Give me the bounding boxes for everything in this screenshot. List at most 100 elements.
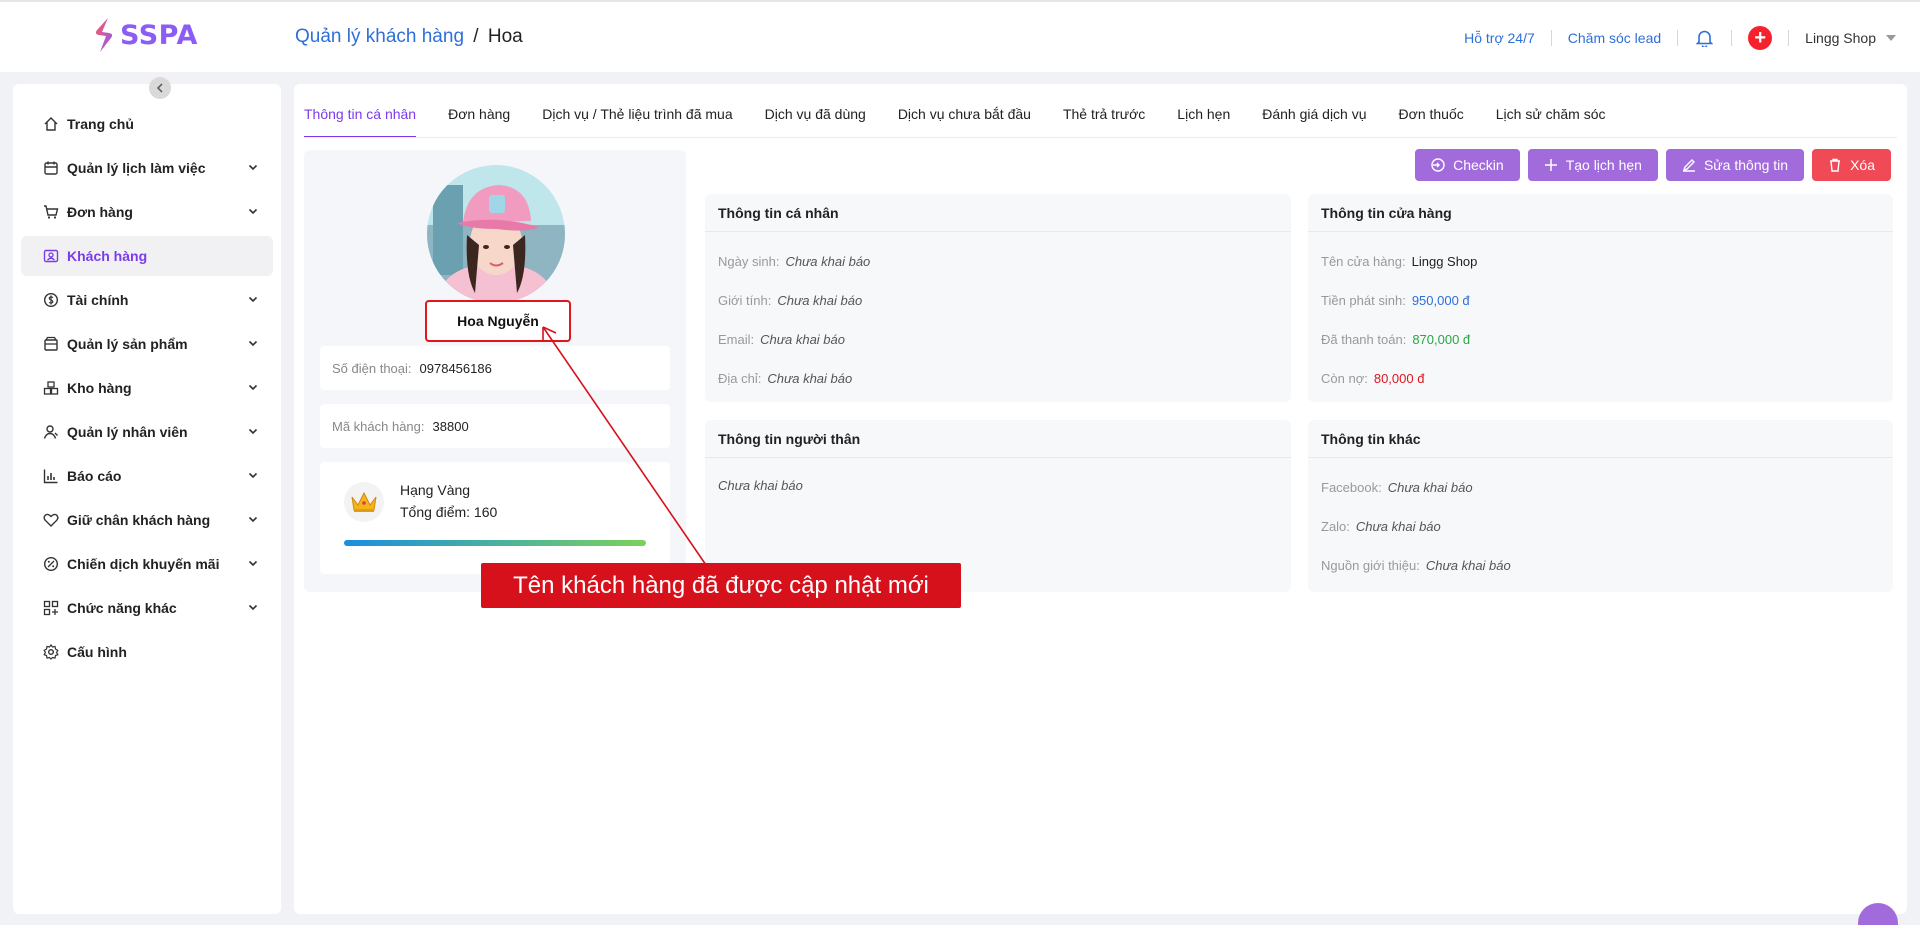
tab[interactable]: Đơn hàng bbox=[432, 104, 526, 138]
sidebar: Trang chủ Quản lý lịch làm việc Đơn hàng Kh… bbox=[13, 77, 281, 914]
tab[interactable]: Lịch hẹn bbox=[1161, 104, 1246, 138]
info-key: Facebook bbox=[1321, 480, 1379, 495]
info-value: Chưa khai báo bbox=[1387, 480, 1473, 495]
info-key: Email bbox=[718, 332, 751, 347]
shop-name: Lingg Shop bbox=[1805, 30, 1876, 46]
settings-icon bbox=[43, 644, 59, 660]
info-row: Email: Chưa khai báo bbox=[718, 324, 1278, 363]
other-info-panel: Thông tin khác Facebook: Chưa khai báo Zal… bbox=[1308, 420, 1893, 592]
phone-label: Số điện thoại bbox=[332, 360, 408, 376]
lead-care-link[interactable]: Chăm sóc lead bbox=[1552, 30, 1677, 46]
other-info-title: Thông tin khác bbox=[1308, 420, 1893, 458]
avatar bbox=[427, 165, 565, 303]
tab[interactable]: Dịch vụ chưa bắt đầu bbox=[882, 104, 1047, 138]
chevron-down-icon bbox=[247, 512, 259, 528]
collapse-sidebar-button[interactable] bbox=[149, 77, 171, 99]
tab[interactable]: Đơn thuốc bbox=[1383, 104, 1480, 138]
sidebar-item-label: Chiến dịch khuyến mãi bbox=[67, 556, 220, 572]
dollar-icon bbox=[43, 292, 59, 308]
sidebar-item[interactable]: Quản lý nhân viên bbox=[21, 412, 273, 452]
home-icon bbox=[43, 116, 59, 132]
tab[interactable]: Lịch sử chăm sóc bbox=[1480, 104, 1622, 138]
rank-name: Hạng Vàng bbox=[400, 482, 471, 498]
sidebar-item[interactable]: Đơn hàng bbox=[21, 192, 273, 232]
action-buttons: Checkin Tạo lịch hẹn Sửa thông tin Xóa bbox=[1415, 149, 1891, 181]
sidebar-item[interactable]: Chiến dịch khuyến mãi bbox=[21, 544, 273, 584]
create-appointment-label: Tạo lịch hẹn bbox=[1565, 157, 1642, 173]
store-info-list: Tên cửa hàng: Lingg Shop Tiền phát sinh:95… bbox=[1308, 232, 1893, 402]
caret-down-icon bbox=[1886, 35, 1896, 41]
tab[interactable]: Dịch vụ đã dùng bbox=[749, 104, 882, 138]
checkin-label: Checkin bbox=[1453, 157, 1504, 173]
tab[interactable]: Thông tin cá nhân bbox=[304, 104, 432, 138]
report-icon bbox=[43, 468, 59, 484]
sidebar-item-label: Cấu hình bbox=[67, 644, 127, 660]
info-key: Nguồn giới thiệu bbox=[1321, 558, 1417, 573]
sidebar-item[interactable]: Tài chính bbox=[21, 280, 273, 320]
rank-card: Hạng Vàng Tổng điểm: 160 bbox=[320, 462, 670, 574]
sidebar-item[interactable]: Kho hàng bbox=[21, 368, 273, 408]
pencil-icon bbox=[1682, 159, 1695, 172]
info-value: 870,000 đ bbox=[1412, 332, 1471, 347]
store-info-title: Thông tin cửa hàng bbox=[1308, 194, 1893, 232]
store-info-panel: Thông tin cửa hàng Tên cửa hàng: Lingg Sh… bbox=[1308, 194, 1893, 402]
info-key: Giới tính bbox=[718, 293, 768, 308]
breadcrumb: Quản lý khách hàng / Hoa bbox=[295, 26, 523, 48]
shop-selector[interactable]: Lingg Shop bbox=[1789, 30, 1896, 46]
sidebar-item[interactable]: Quản lý sản phẩm bbox=[21, 324, 273, 364]
relatives-title: Thông tin người thân bbox=[705, 420, 1291, 458]
sidebar-menu: Trang chủ Quản lý lịch làm việc Đơn hàng Kh… bbox=[21, 104, 273, 676]
edit-info-label: Sửa thông tin bbox=[1703, 157, 1789, 173]
tab[interactable]: Dịch vụ / Thẻ liệu trình đã mua bbox=[526, 104, 748, 138]
support-link[interactable]: Hỗ trợ 24/7 bbox=[1448, 30, 1551, 46]
checkin-button[interactable]: Checkin bbox=[1415, 149, 1520, 181]
sidebar-item[interactable]: Khách hàng bbox=[21, 236, 273, 276]
tab-underline bbox=[304, 137, 1897, 138]
info-key: Zalo bbox=[1321, 519, 1347, 534]
info-value: Chưa khai báo bbox=[1425, 558, 1511, 573]
warehouse-icon bbox=[43, 380, 59, 396]
info-key: Còn nợ bbox=[1321, 371, 1365, 386]
customer-icon bbox=[43, 248, 59, 264]
customer-code-value: 38800 bbox=[432, 418, 469, 434]
sidebar-item[interactable]: Giữ chân khách hàng bbox=[21, 500, 273, 540]
info-row: Tiền phát sinh:950,000 đ bbox=[1321, 285, 1880, 324]
chevron-down-icon bbox=[247, 600, 259, 616]
info-row: Giới tính: Chưa khai báo bbox=[718, 285, 1278, 324]
brand-name: SSPA bbox=[120, 19, 198, 51]
tab[interactable]: Thẻ trả trước bbox=[1047, 104, 1161, 138]
quick-add-button[interactable]: + bbox=[1748, 26, 1773, 50]
chevron-down-icon bbox=[247, 292, 259, 308]
chevron-down-icon bbox=[247, 336, 259, 352]
info-value: Chưa khai báo bbox=[760, 332, 845, 347]
chevron-down-icon bbox=[247, 380, 259, 396]
sidebar-item[interactable]: Báo cáo bbox=[21, 456, 273, 496]
tab[interactable]: Đánh giá dịch vụ bbox=[1246, 104, 1382, 138]
info-value: 950,000 đ bbox=[1411, 293, 1470, 308]
info-key: Đã thanh toán bbox=[1321, 332, 1403, 347]
sidebar-item[interactable]: Trang chủ bbox=[21, 104, 273, 144]
info-key: Địa chỉ bbox=[718, 371, 758, 386]
rank-progress-fill bbox=[344, 540, 646, 546]
promo-icon bbox=[43, 556, 59, 572]
sidebar-item[interactable]: Cấu hình bbox=[21, 632, 273, 672]
info-value: 80,000 đ bbox=[1373, 371, 1425, 386]
create-appointment-button[interactable]: Tạo lịch hẹn bbox=[1527, 149, 1658, 181]
sidebar-item[interactable]: Quản lý lịch làm việc bbox=[21, 148, 273, 188]
personal-info-title: Thông tin cá nhân bbox=[705, 194, 1291, 232]
notification-bell-icon[interactable] bbox=[1678, 29, 1731, 47]
tab-bar: Thông tin cá nhân Đơn hàng Dịch vụ / Thẻ l… bbox=[304, 104, 1622, 138]
breadcrumb-parent-link[interactable]: Quản lý khách hàng bbox=[295, 26, 464, 47]
edit-info-button[interactable]: Sửa thông tin bbox=[1665, 149, 1805, 181]
breadcrumb-separator: / bbox=[473, 26, 479, 47]
grid-icon bbox=[43, 600, 59, 616]
info-row: Địa chỉ: Chưa khai báo bbox=[718, 363, 1278, 402]
sidebar-item-label: Giữ chân khách hàng bbox=[67, 512, 211, 528]
logo[interactable]: SSPA bbox=[94, 18, 198, 52]
sidebar-item[interactable]: Chức năng khác bbox=[21, 588, 273, 628]
chevron-left-icon bbox=[156, 83, 163, 93]
other-info-list: Facebook: Chưa khai báo Zalo: Chưa khai báo… bbox=[1308, 458, 1893, 589]
phone-value: 0978456186 bbox=[419, 360, 492, 376]
delete-button[interactable]: Xóa bbox=[1812, 149, 1891, 181]
chevron-down-icon bbox=[247, 468, 259, 484]
